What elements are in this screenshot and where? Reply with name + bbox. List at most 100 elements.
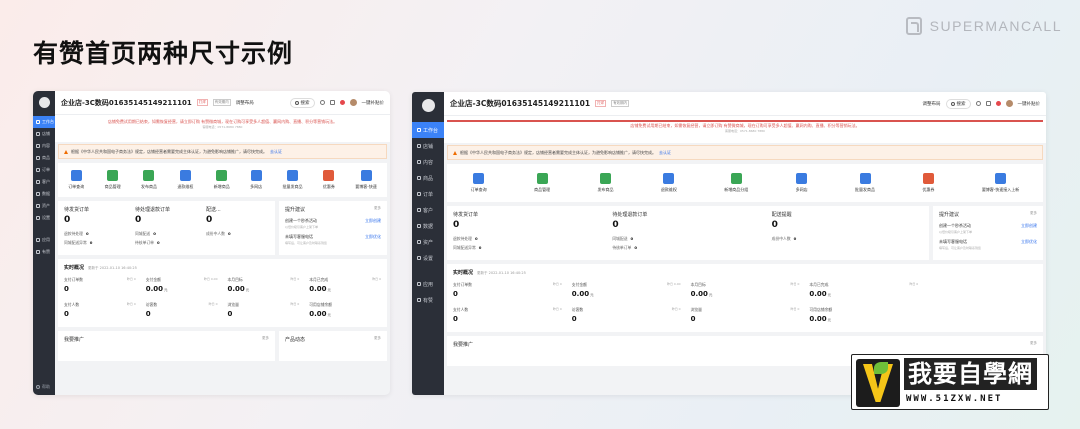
quick-action[interactable]: 批量发商品: [855, 173, 875, 193]
sidebar-item[interactable]: 客户: [33, 176, 55, 188]
user-menu[interactable]: 一键补贴价: [1018, 101, 1041, 107]
sidebar-item[interactable]: 数据: [412, 218, 444, 234]
realtime-metric[interactable]: [928, 282, 1037, 304]
product-news-more-link[interactable]: 更多: [374, 336, 381, 356]
order-sub-stat[interactable]: 退款待处理 0: [453, 236, 604, 242]
shop-logo-icon[interactable]: [421, 99, 435, 112]
certify-link[interactable]: 去认证: [270, 149, 282, 155]
realtime-metric[interactable]: 支付订单数 昨日 0 0: [453, 282, 562, 304]
tips-more-link[interactable]: 更多: [374, 206, 381, 213]
adjust-layout-link[interactable]: 调整布局: [236, 100, 254, 106]
realtime-metric[interactable]: 可用店铺余额 0.00元: [809, 307, 918, 329]
realtime-metric[interactable]: 支付金额 昨日 0.00 0.00元: [146, 277, 218, 299]
notification-icon[interactable]: [995, 101, 1001, 106]
quick-action[interactable]: 要博客-快速接入上新: [982, 173, 1019, 193]
realtime-metric[interactable]: 浏览量 昨日 0 0: [691, 307, 800, 329]
order-sub-stat[interactable]: 同城配送异常 0: [453, 245, 604, 251]
sidebar-item[interactable]: 商品: [33, 152, 55, 164]
avatar[interactable]: [349, 99, 357, 106]
order-sub-stat[interactable]: 待核单订单 0: [135, 240, 198, 246]
adjust-layout-link[interactable]: 调整布局: [923, 101, 941, 107]
shop-logo-icon[interactable]: [38, 97, 50, 108]
sidebar-item[interactable]: 店铺: [412, 138, 444, 154]
realtime-metric[interactable]: 本月已完成 昨日 0 0.00元: [309, 277, 381, 299]
sidebar-item[interactable]: 资产: [412, 234, 444, 250]
order-sub-stat[interactable]: 待核单订单 0: [612, 245, 763, 251]
order-sub-stat[interactable]: 同城配送异常 0: [64, 240, 127, 246]
quick-action[interactable]: 订单查询: [471, 173, 487, 193]
quick-action[interactable]: 要博客-快速: [355, 170, 377, 190]
sidebar-item[interactable]: 有赞: [412, 292, 444, 308]
sidebar-item[interactable]: 商品: [412, 170, 444, 186]
phone-icon[interactable]: [329, 100, 335, 105]
sidebar-item[interactable]: 应用: [412, 276, 444, 292]
user-menu[interactable]: 一键补贴价: [362, 100, 385, 106]
phone-icon[interactable]: [985, 101, 991, 106]
store-name[interactable]: 企业店-3C数码01635145149211101: [450, 98, 590, 109]
quick-action[interactable]: 多网店: [796, 173, 808, 193]
realtime-metric[interactable]: 支付订单数 昨日 0 0: [64, 277, 136, 299]
order-sub-stat[interactable]: 退款待处理 0: [64, 231, 127, 237]
sidebar-item[interactable]: 工作台: [412, 122, 444, 138]
quick-action[interactable]: 优惠券: [323, 170, 335, 190]
sidebar-item[interactable]: 订单: [33, 164, 55, 176]
quick-action[interactable]: 商品管理: [534, 173, 550, 193]
promotion-more-link[interactable]: 更多: [262, 336, 269, 356]
order-stat[interactable]: 配送提醒 0 成份中人数 0: [772, 211, 923, 255]
certify-link[interactable]: 去认证: [659, 150, 671, 156]
search-button[interactable]: 搜索: [289, 97, 315, 108]
quick-action[interactable]: 退款维权: [177, 170, 193, 190]
tip-action-link[interactable]: 立即创建: [365, 218, 381, 224]
quick-action[interactable]: 发布商品: [141, 170, 157, 190]
search-button[interactable]: 搜索: [945, 98, 971, 109]
tips-more-link[interactable]: 更多: [1030, 211, 1037, 218]
realtime-metric[interactable]: 本月目标 昨日 0 0.00元: [691, 282, 800, 304]
realtime-metric[interactable]: 本月已完成 昨日 0 0.00元: [809, 282, 918, 304]
realtime-metric[interactable]: 支付人数 昨日 0 0: [453, 307, 562, 329]
realtime-metric[interactable]: 本月目标 昨日 0 0.00元: [228, 277, 300, 299]
avatar[interactable]: [1005, 100, 1013, 107]
quick-action[interactable]: 新增商品: [214, 170, 230, 190]
realtime-metric[interactable]: 访客数 昨日 0 0: [572, 307, 681, 329]
quick-action[interactable]: 商品管理: [105, 170, 121, 190]
message-icon[interactable]: [975, 101, 981, 106]
realtime-metric[interactable]: 支付金额 昨日 0.00 0.00元: [572, 282, 681, 304]
sidebar-item[interactable]: 有赞: [33, 246, 55, 258]
tip-action-link[interactable]: 立即优化: [365, 234, 381, 240]
sidebar-item[interactable]: 客户: [412, 202, 444, 218]
sidebar-item[interactable]: 订单: [412, 186, 444, 202]
quick-action[interactable]: 新增商品分组: [724, 173, 748, 193]
realtime-metric[interactable]: 访客数 昨日 0 0: [146, 302, 218, 324]
order-stat[interactable]: 待发货订单 0 退款待处理 0 同城配送异常 0: [453, 211, 604, 255]
sidebar-item[interactable]: 资产: [33, 200, 55, 212]
sidebar-item[interactable]: 设置: [412, 250, 444, 266]
sidebar-item[interactable]: 设置: [33, 212, 55, 224]
quick-action[interactable]: 优惠券: [922, 173, 934, 193]
order-sub-stat[interactable]: 同城配送 0: [612, 236, 763, 242]
sidebar-item[interactable]: 数据: [33, 188, 55, 200]
sidebar-item[interactable]: 内容: [412, 154, 444, 170]
store-name[interactable]: 企业店-3C数码01635145149211101: [61, 98, 192, 108]
order-stat[interactable]: 配送... 0 成份中人数 0: [206, 206, 269, 250]
realtime-metric[interactable]: 支付人数 昨日 0 0: [64, 302, 136, 324]
tip-action-link[interactable]: 立即优化: [1021, 239, 1037, 245]
sidebar-item[interactable]: 工作台: [33, 116, 55, 128]
quick-action[interactable]: 批量发商品: [283, 170, 303, 190]
order-sub-stat[interactable]: 同城配送 0: [135, 231, 198, 237]
quick-action[interactable]: 多网店: [250, 170, 262, 190]
order-stat[interactable]: 待处理退款订单 0 同城配送 0 待核单订单 0: [612, 211, 763, 255]
order-sub-stat[interactable]: 成份中人数 0: [206, 231, 269, 237]
sidebar-item[interactable]: 应用: [33, 234, 55, 246]
message-icon[interactable]: [319, 100, 325, 105]
tip-action-link[interactable]: 立即创建: [1021, 223, 1037, 229]
quick-action[interactable]: 发布商品: [597, 173, 613, 193]
quick-action[interactable]: 订单查询: [68, 170, 84, 190]
realtime-metric[interactable]: 浏览量 昨日 0 0: [228, 302, 300, 324]
sidebar-help[interactable]: 帮助: [36, 384, 50, 390]
quick-action[interactable]: 退款维权: [661, 173, 677, 193]
order-stat[interactable]: 待处理退款订单 0 同城配送 0 待核单订单 0: [135, 206, 198, 250]
sidebar-item[interactable]: 店铺: [33, 128, 55, 140]
order-sub-stat[interactable]: 成份中人数 0: [772, 236, 923, 242]
realtime-metric[interactable]: 可用店铺余额 0.00元: [309, 302, 381, 324]
sidebar-item[interactable]: 内容: [33, 140, 55, 152]
